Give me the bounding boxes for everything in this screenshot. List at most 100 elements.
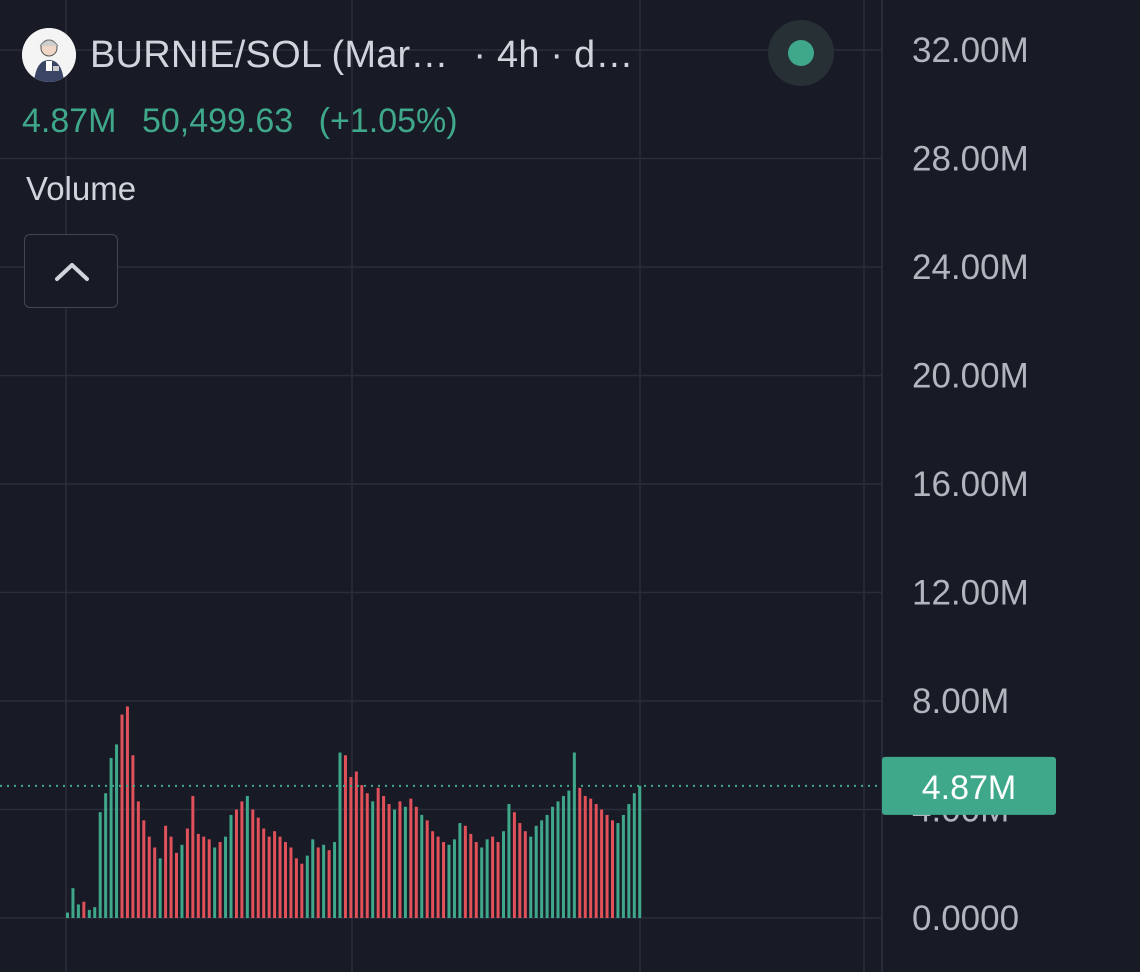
volume-bar bbox=[278, 836, 282, 918]
chart-header: BURNIE/SOL (Mar… · 4h · d… bbox=[22, 28, 634, 82]
volume-bar bbox=[218, 842, 222, 918]
volume-bar bbox=[213, 847, 217, 918]
volume-bar bbox=[267, 836, 271, 918]
volume-bar bbox=[458, 823, 462, 918]
volume-bar bbox=[589, 798, 593, 918]
volume-bars bbox=[66, 706, 642, 918]
volume-bar bbox=[436, 836, 440, 918]
volume-bar bbox=[512, 812, 516, 918]
volume-bar bbox=[294, 858, 298, 918]
volume-bar bbox=[207, 839, 211, 918]
volume-bar bbox=[322, 844, 326, 918]
volume-bar bbox=[442, 842, 446, 918]
volume-bar bbox=[387, 804, 391, 918]
volume-bar bbox=[93, 907, 97, 918]
volume-bar bbox=[507, 804, 511, 918]
volume-bar bbox=[191, 795, 195, 918]
collapse-legend-button[interactable] bbox=[24, 234, 118, 308]
volume-bar bbox=[98, 812, 102, 918]
volume-bar bbox=[71, 888, 75, 918]
change-value: (+1.05%) bbox=[318, 102, 458, 140]
volume-bar bbox=[251, 809, 255, 918]
volume-bar bbox=[600, 809, 604, 918]
volume-bar bbox=[333, 842, 337, 918]
volume-bar bbox=[349, 776, 353, 918]
volume-bar bbox=[185, 828, 189, 918]
volume-bar bbox=[202, 836, 206, 918]
price-value: 50,499.63 bbox=[141, 102, 294, 140]
volume-bar bbox=[632, 793, 636, 918]
volume-bar bbox=[158, 858, 162, 918]
volume-bar bbox=[273, 831, 277, 918]
volume-bar bbox=[463, 825, 467, 918]
volume-value: 4.87M bbox=[22, 102, 117, 140]
volume-bar bbox=[578, 787, 582, 918]
volume-bar bbox=[365, 793, 369, 918]
volume-bar bbox=[87, 909, 91, 918]
volume-bar bbox=[518, 823, 522, 918]
volume-bar bbox=[469, 833, 473, 918]
volume-bar bbox=[502, 831, 505, 918]
volume-bar bbox=[180, 844, 184, 918]
volume-bar bbox=[115, 744, 119, 918]
volume-bar bbox=[551, 806, 555, 918]
volume-bar bbox=[474, 842, 478, 918]
y-tick-label: 28.00M bbox=[912, 140, 1029, 179]
token-avatar-icon[interactable] bbox=[22, 28, 76, 82]
y-tick-label: 24.00M bbox=[912, 248, 1029, 287]
volume-bar bbox=[425, 820, 429, 918]
volume-bar bbox=[284, 842, 287, 918]
volume-bar bbox=[289, 847, 293, 918]
volume-bar bbox=[420, 814, 424, 918]
indicator-title: Volume bbox=[26, 170, 137, 207]
volume-bar bbox=[376, 787, 380, 918]
volume-bar bbox=[82, 901, 86, 918]
volume-bar bbox=[300, 863, 304, 918]
volume-bar bbox=[327, 850, 331, 918]
y-tick-label: 32.00M bbox=[912, 31, 1029, 70]
volume-bar bbox=[104, 793, 108, 918]
volume-bar bbox=[485, 839, 489, 918]
y-tick-label: 12.00M bbox=[912, 574, 1029, 613]
volume-bar bbox=[480, 847, 484, 918]
volume-bar bbox=[131, 755, 135, 918]
volume-bar bbox=[76, 904, 80, 918]
volume-bar bbox=[66, 912, 69, 918]
volume-bar bbox=[556, 801, 560, 918]
volume-bar bbox=[398, 801, 402, 918]
market-status-indicator[interactable] bbox=[768, 20, 834, 86]
y-tick-label: 0.0000 bbox=[912, 899, 1019, 938]
volume-bar bbox=[371, 801, 375, 918]
y-tick-label: 16.00M bbox=[912, 465, 1029, 504]
volume-chart[interactable]: 32.00M 28.00M 24.00M 20.00M 16.00M 12.00M 8.00… bbox=[0, 0, 1140, 972]
symbol-title[interactable]: BURNIE/SOL (Mar… · 4h · d… bbox=[90, 34, 634, 77]
volume-bar bbox=[262, 828, 266, 918]
volume-bar bbox=[229, 814, 233, 918]
volume-bar bbox=[120, 714, 124, 918]
volume-bar bbox=[311, 839, 315, 918]
interval-label: · 4h · d… bbox=[473, 33, 634, 76]
volume-bar bbox=[583, 795, 587, 918]
volume-bar bbox=[305, 855, 309, 918]
volume-bar bbox=[147, 836, 151, 918]
y-tick-label: 8.00M bbox=[912, 682, 1009, 721]
volume-bar bbox=[534, 825, 538, 918]
volume-bar bbox=[142, 820, 146, 918]
volume-bar bbox=[627, 804, 631, 918]
volume-bar bbox=[175, 852, 178, 918]
volume-bar bbox=[638, 785, 642, 918]
volume-bar bbox=[567, 790, 571, 918]
volume-bar bbox=[621, 814, 625, 918]
volume-bar bbox=[496, 842, 500, 918]
volume-bar bbox=[491, 836, 495, 918]
volume-bar bbox=[354, 771, 358, 918]
last-value-label: 4.87M bbox=[922, 769, 1017, 807]
volume-bar bbox=[382, 795, 386, 918]
y-tick-label: 20.00M bbox=[912, 357, 1029, 396]
volume-bar bbox=[256, 817, 260, 918]
volume-bar bbox=[594, 804, 598, 918]
volume-bar bbox=[393, 809, 396, 918]
volume-bar bbox=[540, 820, 544, 918]
volume-bar bbox=[545, 814, 549, 918]
volume-bar bbox=[125, 706, 129, 918]
